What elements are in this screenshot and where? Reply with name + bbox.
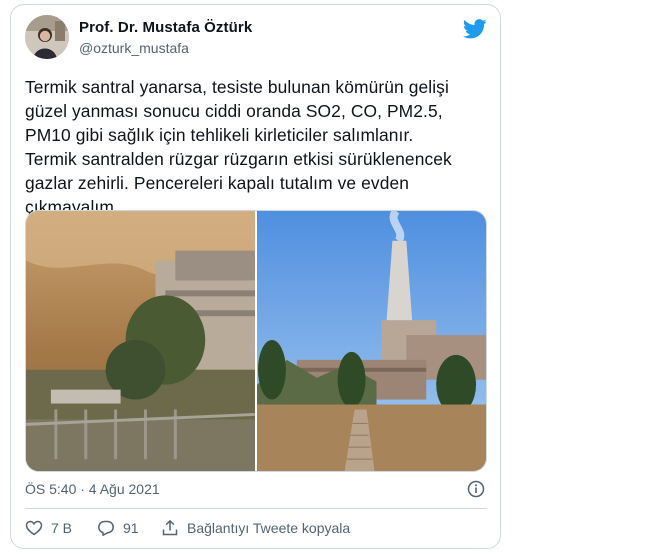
like-button[interactable]: 7 B [25,519,72,537]
divider [25,508,487,509]
heart-icon [25,520,43,536]
photo-fire-smoke[interactable] [26,211,255,471]
avatar[interactable] [25,15,69,59]
twitter-bird-icon[interactable] [463,19,487,39]
media-grid[interactable] [25,210,487,472]
like-count: 7 B [51,520,73,536]
copy-link-button[interactable]: Bağlantıyı Tweete kopyala [161,519,350,537]
author-handle[interactable]: @ozturk_mustafa [79,40,189,56]
copy-link-label: Bağlantıyı Tweete kopyala [187,520,351,536]
reply-button[interactable]: 91 [97,519,139,537]
reply-icon [98,520,114,536]
reply-count: 91 [123,520,139,536]
author-name[interactable]: Prof. Dr. Mustafa Öztürk [79,19,252,36]
tweet-text: Termik santral yanarsa, tesiste bulunan … [25,77,452,217]
upload-icon [162,520,178,536]
tweet-timestamp[interactable]: ÖS 5:40 · 4 Ağu 2021 [25,481,160,497]
info-icon[interactable] [467,480,485,498]
tweet-card: Prof. Dr. Mustafa Öztürk @ozturk_mustafa… [10,4,501,549]
photo-power-plant-chimney[interactable] [257,211,486,471]
